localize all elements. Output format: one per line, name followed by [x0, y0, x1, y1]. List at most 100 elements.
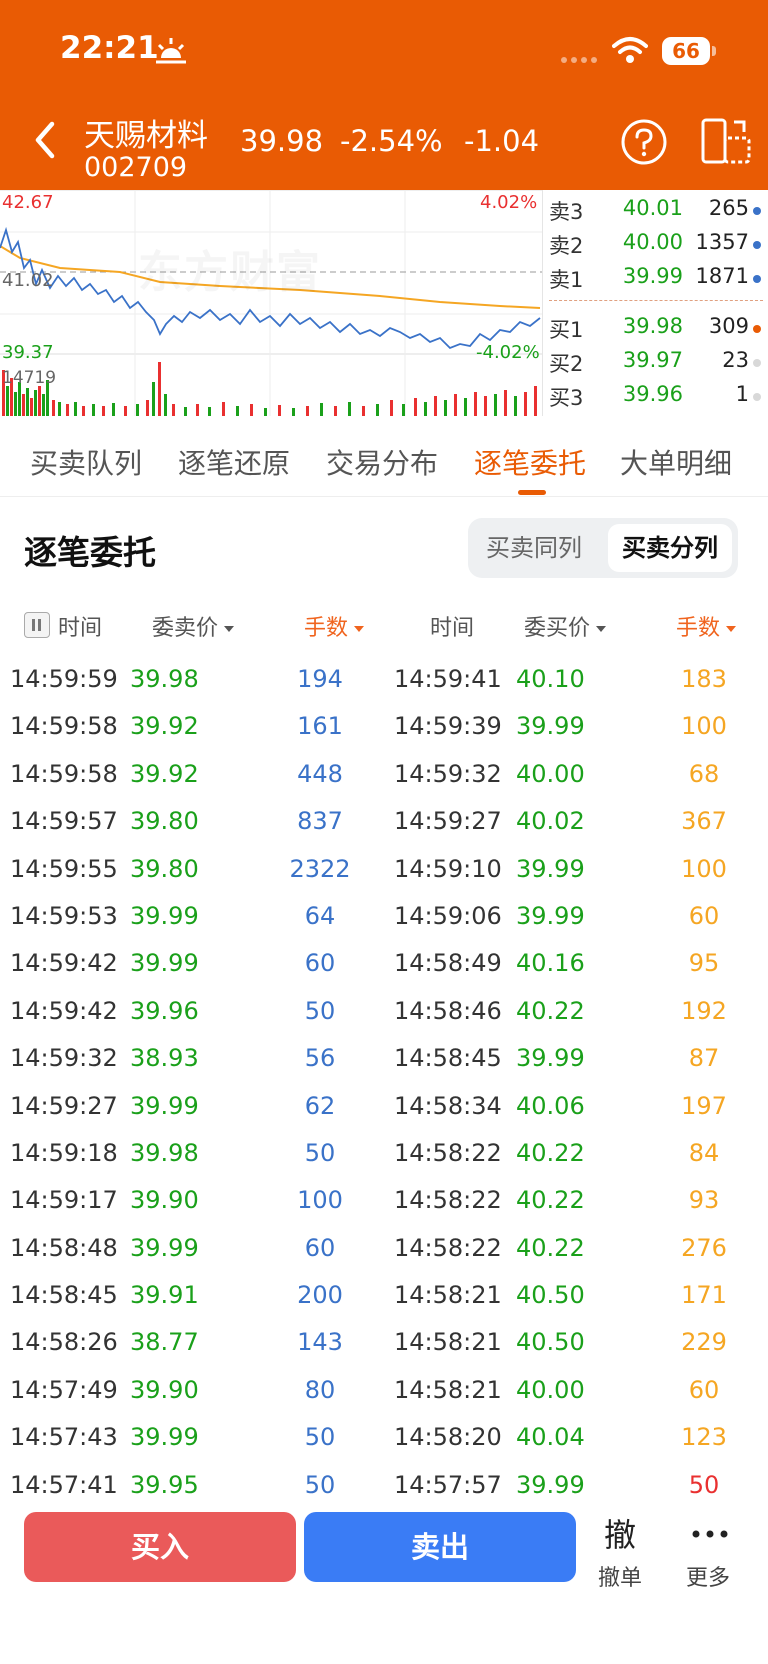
chart-volume-label: 14719: [2, 368, 57, 388]
order-row[interactable]: 14:59:53 39.99 64 14:59:06 39.99 60: [0, 894, 768, 941]
order-row[interactable]: 14:59:42 39.96 50 14:58:46 40.22 192: [0, 989, 768, 1036]
sell-lots: 50: [304, 1423, 336, 1452]
tab-tick-restore[interactable]: 逐笔还原: [178, 442, 290, 482]
col-buy-price[interactable]: 委买价: [524, 610, 607, 642]
order-row[interactable]: 14:59:42 39.99 60 14:58:49 40.16 95: [0, 941, 768, 988]
buy-time: 14:59:10: [394, 854, 502, 883]
order-row[interactable]: 14:59:18 39.98 50 14:58:22 40.22 84: [0, 1131, 768, 1178]
tab-distribution[interactable]: 交易分布: [326, 442, 438, 482]
tab-tick-orders[interactable]: 逐笔委托: [474, 442, 586, 482]
buy-price: 39.99: [516, 1044, 585, 1073]
order-row[interactable]: 14:57:49 39.90 80 14:58:21 40.00 60: [0, 1368, 768, 1415]
ask-row[interactable]: 卖3 40.01 265: [543, 196, 768, 226]
landscape-switch-icon[interactable]: [700, 116, 752, 166]
cancel-order-icon[interactable]: 撤: [590, 1510, 650, 1556]
sell-price: 39.99: [130, 949, 199, 978]
ask-row[interactable]: 卖1 39.99 1871: [543, 264, 768, 294]
bid-row[interactable]: 买2 39.97 23: [543, 348, 768, 378]
chart-prev-close: 41.02: [2, 270, 54, 291]
sell-time: 14:57:41: [10, 1470, 118, 1499]
order-row[interactable]: 14:59:32 38.93 56 14:58:45 39.99 87: [0, 1036, 768, 1083]
watermark: 东方财富: [138, 236, 322, 300]
order-row[interactable]: 14:59:55 39.80 2322 14:59:10 39.99 100: [0, 847, 768, 894]
buy-lots: 229: [681, 1328, 727, 1357]
sell-lots: 448: [297, 759, 343, 788]
buy-lots: 183: [681, 665, 727, 693]
bid-row[interactable]: 买1 39.98 309: [543, 314, 768, 344]
change-percent: -2.54%: [340, 124, 443, 158]
sell-button[interactable]: 卖出: [304, 1512, 576, 1582]
buy-lots: 171: [681, 1281, 727, 1310]
bid-row[interactable]: 买3 39.96 1: [543, 382, 768, 412]
intraday-chart[interactable]: 42.67 4.02% 41.02 39.37 -4.02% 14719: [0, 190, 542, 416]
order-row[interactable]: 14:59:58 39.92 448 14:59:32 40.00 68: [0, 752, 768, 799]
detail-tabs: 买卖队列 逐笔还原 交易分布 逐笔委托 大单明细: [0, 418, 768, 497]
sell-time: 14:59:17: [10, 1186, 118, 1215]
order-row[interactable]: 14:58:26 38.77 143 14:58:21 40.50 229: [0, 1320, 768, 1367]
status-time: 22:21: [60, 30, 159, 66]
sell-time: 14:59:42: [10, 949, 118, 978]
sell-lots: 50: [304, 1138, 336, 1167]
order-list[interactable]: 14:59:59 39.98 194 14:59:41 40.10 183 14:59:58…: [0, 657, 768, 1510]
sell-lots: 56: [304, 1044, 336, 1073]
cancel-order-label[interactable]: 撤单: [590, 1560, 650, 1592]
order-row[interactable]: 14:59:57 39.80 837 14:59:27 40.02 367: [0, 799, 768, 846]
sell-lots: 80: [304, 1375, 336, 1404]
sell-time: 14:59:57: [10, 807, 118, 836]
buy-lots: 100: [681, 712, 727, 741]
buy-lots: 123: [681, 1423, 727, 1452]
buy-lots: 192: [681, 996, 727, 1025]
buy-button[interactable]: 买入: [24, 1512, 296, 1582]
ask-row[interactable]: 卖2 40.00 1357: [543, 230, 768, 260]
tab-queue[interactable]: 买卖队列: [30, 442, 142, 482]
toggle-split-column[interactable]: 买卖分列: [608, 524, 732, 572]
order-row[interactable]: 14:59:27 39.99 62 14:58:34 40.06 197: [0, 1084, 768, 1131]
buy-time: 14:58:20: [394, 1423, 502, 1452]
order-row[interactable]: 14:59:59 39.98 194 14:59:41 40.10 183: [0, 657, 768, 704]
sell-lots: 100: [297, 1186, 343, 1215]
help-icon[interactable]: [620, 118, 668, 166]
sell-lots: 64: [304, 901, 336, 930]
order-row[interactable]: 14:58:48 39.99 60 14:58:22 40.22 276: [0, 1226, 768, 1273]
col-sell-price[interactable]: 委卖价: [152, 610, 235, 642]
sort-caret-icon: [224, 626, 235, 632]
sell-time: 14:57:49: [10, 1375, 118, 1404]
sell-time: 14:58:45: [10, 1281, 118, 1310]
header-bar: 22:21 66 天赐材料 002709 39.98 -2.54% -1.04: [0, 0, 768, 190]
battery-indicator: 66: [662, 37, 710, 65]
order-row[interactable]: 14:58:45 39.91 200 14:58:21 40.50 171: [0, 1273, 768, 1320]
buy-time: 14:59:41: [394, 665, 502, 693]
more-icon[interactable]: [690, 1530, 730, 1538]
order-row[interactable]: 14:57:43 39.99 50 14:58:20 40.04 123: [0, 1415, 768, 1462]
sell-price: 39.98: [130, 665, 199, 693]
buy-price: 40.00: [516, 759, 585, 788]
pause-icon[interactable]: [24, 612, 50, 638]
sell-time: 14:59:58: [10, 712, 118, 741]
buy-lots: 68: [688, 759, 720, 788]
buy-price: 39.99: [516, 712, 585, 741]
sell-price: 39.92: [130, 712, 199, 741]
sell-time: 14:59:27: [10, 1091, 118, 1120]
buy-time: 14:59:06: [394, 901, 502, 930]
active-tab-indicator: [518, 490, 546, 495]
book-divider: [549, 300, 763, 301]
order-row[interactable]: 14:59:58 39.92 161 14:59:39 39.99 100: [0, 704, 768, 751]
col-sell-lots[interactable]: 手数: [304, 610, 365, 642]
wifi-icon: [612, 37, 648, 63]
stock-code: 002709: [84, 152, 188, 183]
col-time-buy: 时间: [430, 616, 475, 641]
buy-lots: 276: [681, 1233, 727, 1262]
buy-time: 14:58:21: [394, 1328, 502, 1357]
buy-lots: 50: [688, 1470, 720, 1499]
cellular-signal-icon: [561, 57, 597, 63]
more-label[interactable]: 更多: [678, 1560, 738, 1592]
toggle-same-column[interactable]: 买卖同列: [472, 524, 596, 572]
tab-large-orders[interactable]: 大单明细: [620, 442, 732, 482]
order-row[interactable]: 14:59:17 39.90 100 14:58:22 40.22 93: [0, 1178, 768, 1225]
col-buy-lots[interactable]: 手数: [676, 610, 737, 642]
back-arrow-icon[interactable]: [30, 118, 60, 162]
buy-time: 14:59:32: [394, 759, 502, 788]
sell-lots: 50: [304, 1470, 336, 1499]
buy-time: 14:58:22: [394, 1138, 502, 1167]
buy-price: 40.22: [516, 1186, 585, 1215]
